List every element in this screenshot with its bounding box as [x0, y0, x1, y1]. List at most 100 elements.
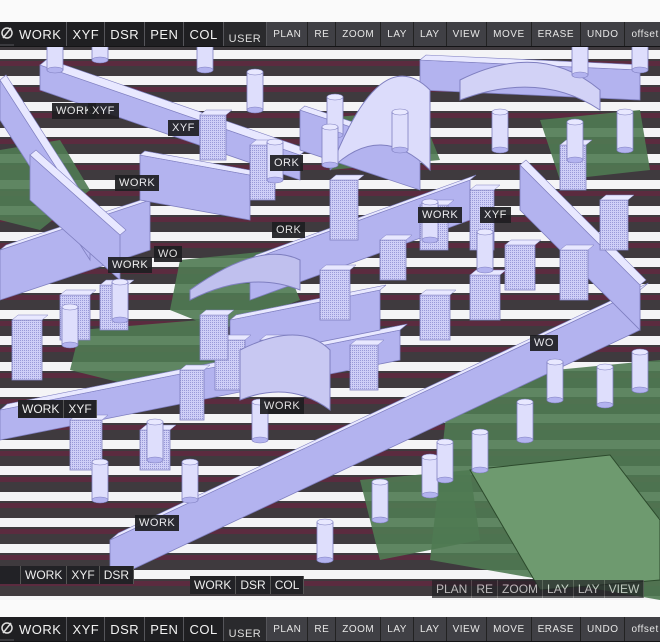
work-button-2[interactable]: WORK: [14, 617, 68, 641]
ghost-xyf-label-3: XYF: [480, 207, 511, 223]
column-top: [616, 108, 634, 116]
erase-button-2[interactable]: ERASE: [531, 617, 582, 641]
column-base: [61, 341, 79, 349]
lay-button-3[interactable]: LAY: [381, 617, 414, 641]
plan-button[interactable]: PLAN: [267, 22, 309, 46]
wall-block-top: [559, 244, 595, 251]
erase-button[interactable]: ERASE: [531, 22, 582, 46]
ghost-work-label-5: WORK: [260, 398, 305, 414]
view-button[interactable]: VIEW: [446, 22, 488, 46]
plan-button-2[interactable]: PLAN: [267, 617, 309, 641]
ghost-toolbar-fragment-1: WORK XYF: [18, 400, 97, 418]
column-base: [91, 56, 109, 64]
column-top: [316, 518, 334, 526]
xyf-button[interactable]: XYF: [67, 22, 106, 46]
user-button[interactable]: USER: [223, 22, 268, 46]
command-button-group: PLAN RE ZOOM LAY LAY VIEW MOVE ERASE UND…: [267, 22, 660, 46]
move-button-2[interactable]: MOVE: [487, 617, 532, 641]
ghost-wo-label: WO: [154, 246, 182, 262]
bottom-white-strip: [0, 600, 660, 617]
column-shaft: [476, 231, 494, 271]
column-shaft: [321, 126, 339, 166]
column-base: [421, 236, 439, 244]
lay-button-4[interactable]: LAY: [413, 617, 447, 641]
dsr-button-2[interactable]: DSR: [105, 617, 146, 641]
column-shaft: [391, 111, 409, 151]
ghost-plan-label: PLAN: [432, 580, 473, 598]
dsr-button[interactable]: DSR: [105, 22, 146, 46]
column-base: [471, 466, 489, 474]
zoom-button[interactable]: ZOOM: [336, 22, 382, 46]
ghost-lay-label: LAY: [543, 580, 574, 598]
ghost-zoom-label: ZOOM: [498, 580, 544, 598]
wall-block-top: [599, 194, 635, 201]
offset-button-2[interactable]: offset: [625, 617, 660, 641]
column-shaft: [61, 306, 79, 346]
ghost-work-label-4: WORK: [108, 257, 153, 273]
lay-button-2[interactable]: LAY: [413, 22, 447, 46]
column-shaft: [371, 481, 389, 521]
re-button-2[interactable]: RE: [308, 617, 337, 641]
column-top: [546, 358, 564, 366]
column-base: [596, 401, 614, 409]
wall-block: [379, 239, 407, 281]
column-base: [421, 491, 439, 499]
wall-block: [504, 244, 536, 291]
col-button[interactable]: COL: [184, 22, 224, 46]
view-button-2[interactable]: VIEW: [446, 617, 488, 641]
wall-block: [349, 344, 379, 391]
wall-block-top: [199, 309, 235, 316]
pen-button[interactable]: PEN: [145, 22, 185, 46]
column-base: [196, 66, 214, 74]
column-base: [491, 146, 509, 154]
re-button[interactable]: RE: [308, 22, 337, 46]
column-base: [631, 386, 649, 394]
left-button-group: WORK XYF DSR PEN COL USER: [14, 22, 268, 46]
xyf-button-2[interactable]: XYF: [67, 617, 106, 641]
column-top: [471, 428, 489, 436]
viewport-3d-scene[interactable]: [0, 0, 660, 640]
column-base: [571, 71, 589, 79]
offset-button[interactable]: offset: [625, 22, 660, 46]
column-shaft: [111, 281, 129, 321]
wall-block: [199, 314, 229, 361]
zoom-button-2[interactable]: ZOOM: [336, 617, 382, 641]
wall-block-top: [199, 109, 233, 116]
ghost-lay-label-2: LAY: [573, 580, 605, 598]
ghost-xyf-label-4: XYF: [64, 400, 97, 418]
bottom-toolbar: WORK XYF DSR PEN COL USER PLAN RE ZOOM L…: [0, 617, 660, 642]
ghost-xyf-label-2: XYF: [168, 120, 199, 136]
command-button-group-2: PLAN RE ZOOM LAY LAY VIEW MOVE ERASE UND…: [267, 617, 660, 641]
ghost-work-label-9: WORK: [190, 576, 237, 594]
pen-button-2[interactable]: PEN: [145, 617, 185, 641]
wall-block: [329, 179, 359, 241]
user-button-2[interactable]: USER: [223, 617, 268, 641]
ghost-ork-label-2: ORK: [272, 222, 306, 238]
column-top: [421, 198, 439, 206]
top-toolbar: WORK XYF DSR PEN COL USER PLAN RE ZOOM L…: [0, 22, 660, 47]
col-button-2[interactable]: COL: [184, 617, 224, 641]
top-white-strip: [0, 0, 660, 22]
wall-block-top: [504, 239, 542, 246]
column-shaft: [546, 361, 564, 401]
undo-button[interactable]: UNDO: [581, 22, 626, 46]
column-shaft: [91, 461, 109, 501]
column-top: [476, 228, 494, 236]
column-top: [391, 108, 409, 116]
work-button[interactable]: WORK: [14, 22, 68, 46]
wall-block: [179, 369, 205, 421]
ground-plane: [540, 110, 650, 180]
column-top: [181, 458, 199, 466]
cad-logo-icon-2[interactable]: [0, 617, 14, 639]
undo-button-2[interactable]: UNDO: [581, 617, 626, 641]
wall-block: [419, 294, 451, 341]
wall-block: [11, 319, 43, 381]
cad-logo-icon[interactable]: [0, 22, 14, 44]
ghost-work-label-3: WORK: [418, 207, 463, 223]
column-shaft: [491, 111, 509, 151]
move-button[interactable]: MOVE: [487, 22, 532, 46]
column-base: [566, 156, 584, 164]
wall-block: [559, 249, 589, 301]
column-top: [371, 478, 389, 486]
lay-button[interactable]: LAY: [381, 22, 414, 46]
